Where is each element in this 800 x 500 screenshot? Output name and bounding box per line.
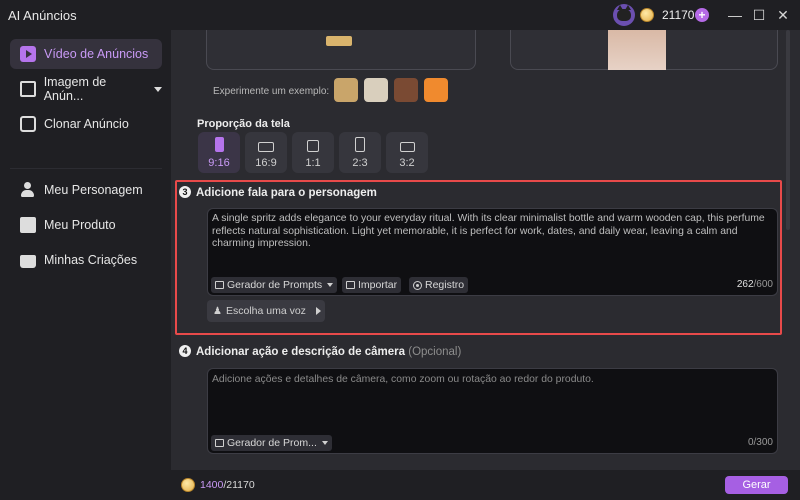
ratio-label: 9:16 (208, 157, 230, 169)
portrait-ratio-icon (355, 137, 365, 152)
add-credits-button[interactable]: + (695, 8, 709, 22)
character-upload-box[interactable] (510, 30, 778, 70)
action-title-text: Adicionar ação e descrição de câmera (196, 346, 406, 358)
action-textarea[interactable]: Adicione ações e detalhes de câmera, com… (207, 368, 778, 454)
title-bar: AI Anúncios 21170 + — ☐ ✕ (0, 0, 800, 30)
chevron-down-icon (327, 283, 334, 287)
credits-used: 1400 (200, 479, 224, 491)
credit-usage: 1400/21170 (181, 478, 255, 492)
ratio-label: 3:2 (399, 157, 415, 169)
prompt-generator-label: Gerador de Prom... (227, 437, 317, 449)
ratio-title: Proporção da tela (197, 118, 290, 130)
example-thumb-3[interactable] (394, 78, 418, 102)
product-thumbnail (326, 36, 352, 46)
action-section-title: 4 Adicionar ação e descrição de câmera (O… (179, 345, 461, 358)
import-button[interactable]: Importar (342, 277, 402, 293)
example-thumb-4[interactable] (424, 78, 448, 102)
sidebar-item-label: Minhas Criações (44, 253, 138, 267)
wand-icon (215, 281, 224, 289)
prompt-generator-label: Gerador de Prompts (227, 279, 323, 291)
speech-max: /600 (753, 279, 773, 290)
sidebar-item-my-character[interactable]: Meu Personagem (10, 175, 162, 205)
wand-icon (215, 439, 224, 447)
chevron-down-icon (154, 86, 162, 92)
product-upload-box[interactable] (206, 30, 476, 70)
sidebar-item-label: Clonar Anúncio (44, 117, 129, 131)
credits-total: /21170 (223, 479, 255, 491)
example-label: Experimente um exemplo: (213, 86, 330, 97)
coin-icon (181, 478, 195, 492)
image-icon (20, 81, 36, 97)
step-badge: 4 (179, 345, 191, 357)
speech-textarea[interactable]: A single spritz adds elegance to your ev… (207, 208, 778, 296)
sidebar-item-my-product[interactable]: Meu Produto (10, 210, 162, 240)
sidebar-item-label: Vídeo de Anúncios (44, 47, 149, 61)
ratio-1-1-button[interactable]: 1:1 (292, 132, 334, 173)
sidebar-item-label: Meu Personagem (44, 183, 143, 197)
choose-voice-label: Escolha uma voz (225, 305, 306, 317)
sidebar-item-image-ads[interactable]: Imagem de Anún... (10, 74, 162, 104)
landscape-ratio-icon (399, 142, 415, 152)
video-icon (20, 46, 36, 62)
ratio-9-16-button[interactable]: 9:16 (198, 132, 240, 173)
record-button[interactable]: Registro (409, 277, 469, 293)
landscape-ratio-icon (258, 142, 274, 152)
ratio-label: 1:1 (305, 157, 321, 169)
record-label: Registro (425, 279, 465, 291)
choose-voice-button[interactable]: ♟ Escolha uma voz (207, 300, 325, 322)
speech-char-counter: 262/600 (737, 279, 773, 290)
ratio-3-2-button[interactable]: 3:2 (386, 132, 428, 173)
speech-text: A single spritz adds elegance to your ev… (212, 213, 765, 249)
close-button[interactable]: ✕ (774, 6, 792, 24)
voice-person-icon: ♟ (213, 305, 222, 317)
sidebar-item-clone-ad[interactable]: Clonar Anúncio (10, 109, 162, 139)
action-max: /300 (753, 437, 773, 448)
prompt-generator-button[interactable]: Gerador de Prompts (211, 277, 338, 293)
square-ratio-icon (307, 140, 319, 152)
sidebar-item-label: Meu Produto (44, 218, 116, 232)
step-badge: 3 (179, 186, 191, 198)
sidebar: Vídeo de Anúncios Imagem de Anún... Clon… (0, 30, 171, 500)
minimize-button[interactable]: — (726, 6, 744, 24)
sidebar-divider (10, 168, 162, 169)
ratio-label: 16:9 (255, 157, 277, 169)
ratio-16-9-button[interactable]: 16:9 (245, 132, 287, 173)
scrollbar[interactable] (786, 30, 790, 230)
portrait-ratio-icon (214, 137, 224, 152)
play-icon (315, 307, 321, 315)
sidebar-item-my-creations[interactable]: Minhas Criações (10, 245, 162, 275)
clone-icon (20, 116, 36, 132)
bottom-bar: 1400/21170 Gerar (171, 470, 800, 500)
credits-display: 21170 (640, 5, 694, 25)
example-thumb-1[interactable] (334, 78, 358, 102)
speech-section-title: 3 Adicione fala para o personagem (179, 186, 377, 199)
coin-icon (640, 8, 654, 22)
optional-label: (Opcional) (408, 346, 462, 358)
ratio-label: 2:3 (352, 157, 368, 169)
cat-avatar-icon (617, 5, 631, 21)
app-title: AI Anúncios (8, 8, 77, 23)
record-icon (413, 280, 422, 290)
action-placeholder: Adicione ações e detalhes de câmera, com… (212, 374, 594, 385)
speech-count: 262 (736, 279, 754, 290)
import-label: Importar (358, 279, 398, 291)
maximize-button[interactable]: ☐ (750, 6, 768, 24)
action-char-counter: 0/300 (748, 437, 773, 448)
sidebar-item-label: Imagem de Anún... (43, 75, 107, 103)
example-thumb-2[interactable] (364, 78, 388, 102)
bag-icon (20, 217, 36, 233)
user-avatar[interactable] (613, 4, 635, 26)
folder-icon (20, 254, 36, 268)
prompt-generator-button[interactable]: Gerador de Prom... (211, 435, 332, 451)
import-icon (346, 281, 355, 289)
generate-button[interactable]: Gerar (725, 476, 788, 494)
sidebar-item-video-ads[interactable]: Vídeo de Anúncios (10, 39, 162, 69)
main-panel: Experimente um exemplo: Proporção da tel… (171, 30, 800, 500)
character-thumbnail (608, 30, 666, 70)
credits-count: 21170 (662, 8, 695, 22)
speech-title-text: Adicione fala para o personagem (196, 187, 377, 199)
person-icon (20, 182, 36, 198)
chevron-down-icon (321, 441, 328, 445)
ratio-2-3-button[interactable]: 2:3 (339, 132, 381, 173)
